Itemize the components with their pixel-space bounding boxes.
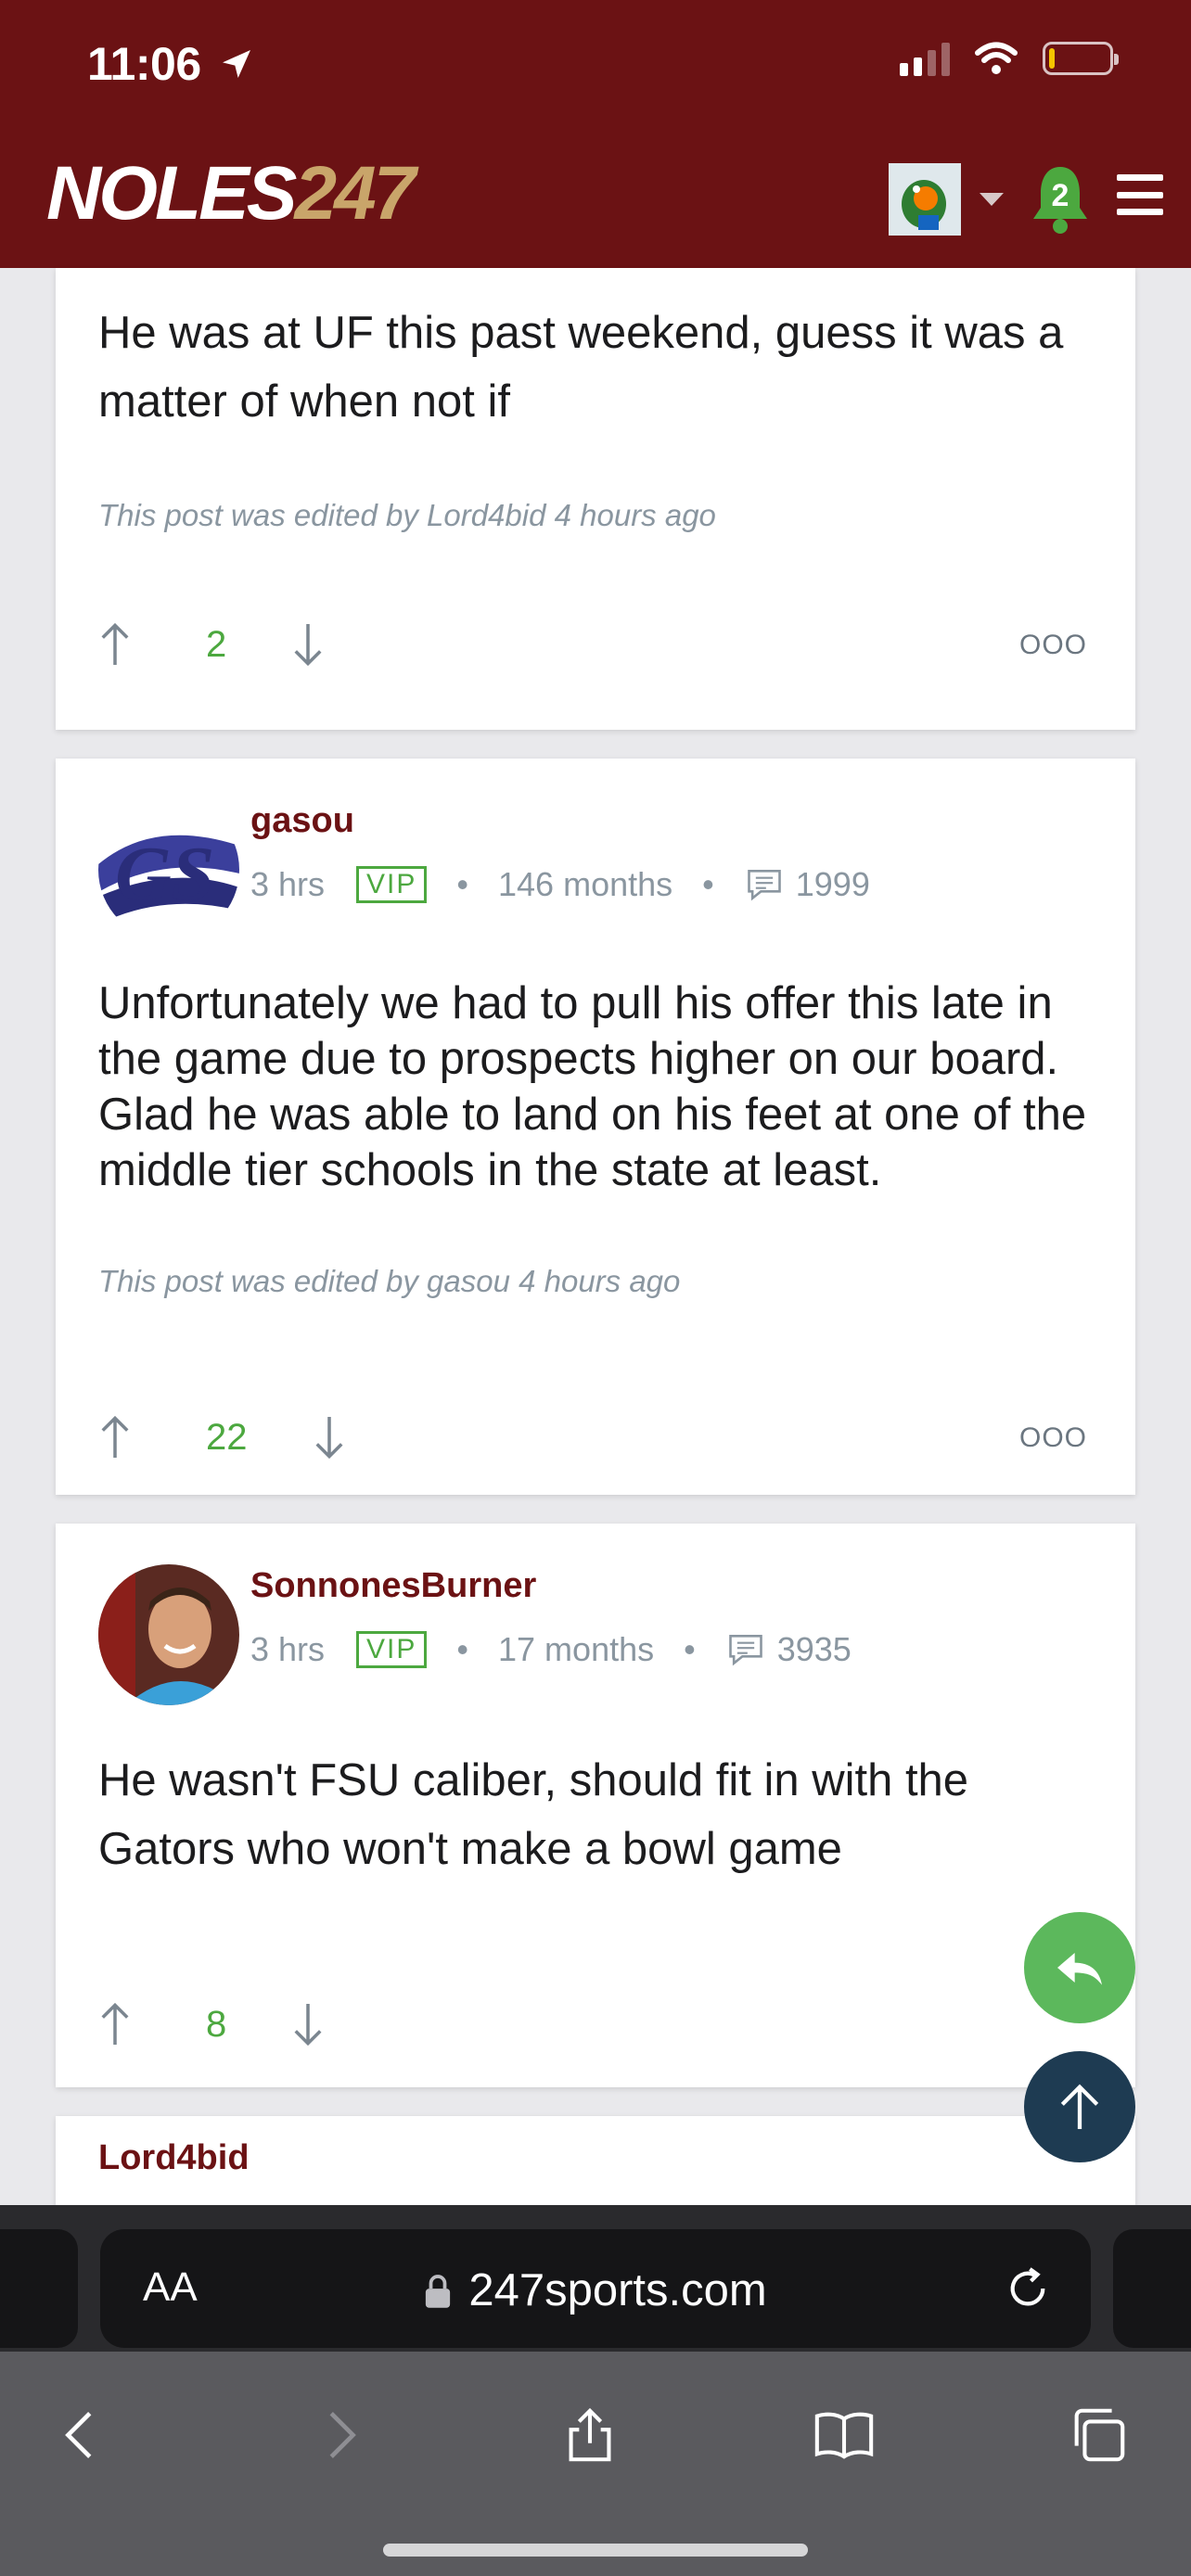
wifi-icon <box>975 42 1018 74</box>
bookmarks-button[interactable] <box>807 2398 881 2472</box>
member-tenure: 146 months <box>498 865 673 903</box>
vip-badge: VIP <box>356 1631 428 1668</box>
forward-button[interactable] <box>302 2398 377 2472</box>
member-tenure: 17 months <box>498 1630 655 1668</box>
chevron-right-icon <box>329 2412 356 2458</box>
post-body: He wasn't FSU caliber, should fit in wit… <box>98 1755 969 1874</box>
post-meta: 3 hrs VIP • 146 months • 1999 <box>250 865 870 903</box>
back-button[interactable] <box>45 2398 119 2472</box>
book-icon <box>814 2412 874 2459</box>
next-tab[interactable] <box>1113 2229 1191 2348</box>
status-icons <box>900 41 1119 76</box>
comment-count-icon <box>747 870 781 901</box>
home-indicator[interactable] <box>383 2544 808 2557</box>
more-options-icon[interactable]: OOO <box>1019 630 1087 661</box>
share-button[interactable] <box>553 2398 627 2472</box>
reply-arrow-icon <box>1057 1953 1102 1985</box>
post-count: 1999 <box>795 865 870 903</box>
post-meta: 3 hrs VIP • 17 months • 3935 <box>250 1630 852 1668</box>
account-dropdown-caret-icon[interactable] <box>980 193 1004 206</box>
upvote-arrow-icon[interactable] <box>98 2001 132 2047</box>
notifications-bell-icon[interactable]: 2 <box>1028 163 1093 236</box>
post-username[interactable]: SonnonesBurner <box>250 1566 536 1606</box>
post-card: GS gasou 3 hrs VIP • 146 months • 1999 U… <box>56 759 1135 1495</box>
cellular-signal-icon <box>900 41 950 76</box>
post-time: 3 hrs <box>250 1630 326 1668</box>
status-time: 11:06 <box>87 37 255 91</box>
upvote-arrow-icon[interactable] <box>98 621 132 668</box>
upvote-arrow-icon[interactable] <box>98 1414 132 1460</box>
vote-count: 2 <box>206 623 227 665</box>
location-arrow-icon <box>222 50 250 78</box>
noles247-logo[interactable]: NOLES247 <box>46 156 416 232</box>
vip-badge: VIP <box>356 866 428 903</box>
lock-icon <box>426 2275 451 2308</box>
vote-count: 22 <box>206 1416 248 1458</box>
post-username[interactable]: gasou <box>250 801 354 841</box>
user-avatar[interactable] <box>889 163 961 236</box>
post-card: SonnonesBurner 3 hrs VIP • 17 months • 3… <box>56 1524 1135 2087</box>
browser-toolbar <box>0 2381 1191 2483</box>
post-count: 3935 <box>776 1630 852 1668</box>
reply-button[interactable] <box>1024 1912 1135 2023</box>
tabs-button[interactable] <box>1061 2398 1135 2472</box>
downvote-arrow-icon[interactable] <box>291 621 325 668</box>
vote-controls: 8 <box>98 1996 325 2052</box>
vote-count: 8 <box>206 2003 227 2045</box>
vote-controls: 22 <box>98 1409 346 1465</box>
post-card: He was at UF this past weekend, guess it… <box>56 268 1135 730</box>
more-options-icon[interactable]: OOO <box>1019 1422 1087 1454</box>
arrow-up-icon <box>1060 2084 1099 2129</box>
notification-count: 2 <box>1051 178 1069 213</box>
previous-tab[interactable] <box>0 2229 78 2348</box>
address-bar[interactable]: AA 247sports.com <box>100 2229 1091 2348</box>
hamburger-menu-icon[interactable] <box>1117 174 1163 215</box>
post-edited-note: This post was edited by Lord4bid 4 hours… <box>98 498 716 532</box>
url-text: 247sports.com <box>468 2265 767 2315</box>
downvote-arrow-icon[interactable] <box>291 2001 325 2047</box>
comment-count-icon <box>728 1635 762 1666</box>
downvote-arrow-icon[interactable] <box>313 1414 346 1460</box>
browser-chrome: AA 247sports.com <box>0 2205 1191 2576</box>
user-avatar[interactable]: GS <box>98 799 239 940</box>
post-edited-note: This post was edited by gasou 4 hours ag… <box>98 1264 681 1298</box>
battery-icon <box>1043 42 1119 75</box>
post-username[interactable]: Lord4bid <box>98 2138 250 2178</box>
scroll-to-top-button[interactable] <box>1024 2051 1135 2162</box>
svg-text:GS: GS <box>115 831 214 917</box>
post-body: He was at UF this past weekend, guess it… <box>98 308 1064 427</box>
share-icon <box>569 2407 611 2462</box>
vote-controls: 2 <box>98 617 325 672</box>
post-time: 3 hrs <box>250 865 326 903</box>
user-avatar[interactable] <box>98 1564 239 1705</box>
tabs-icon <box>1074 2408 1125 2462</box>
site-header: 11:06 NOLES247 2 <box>0 0 1191 268</box>
post-body: Unfortunately we had to pull his offer t… <box>98 978 1087 1195</box>
reload-icon[interactable] <box>1002 2263 1054 2315</box>
tab-strip: AA 247sports.com <box>0 2205 1191 2352</box>
chevron-left-icon <box>65 2412 92 2458</box>
